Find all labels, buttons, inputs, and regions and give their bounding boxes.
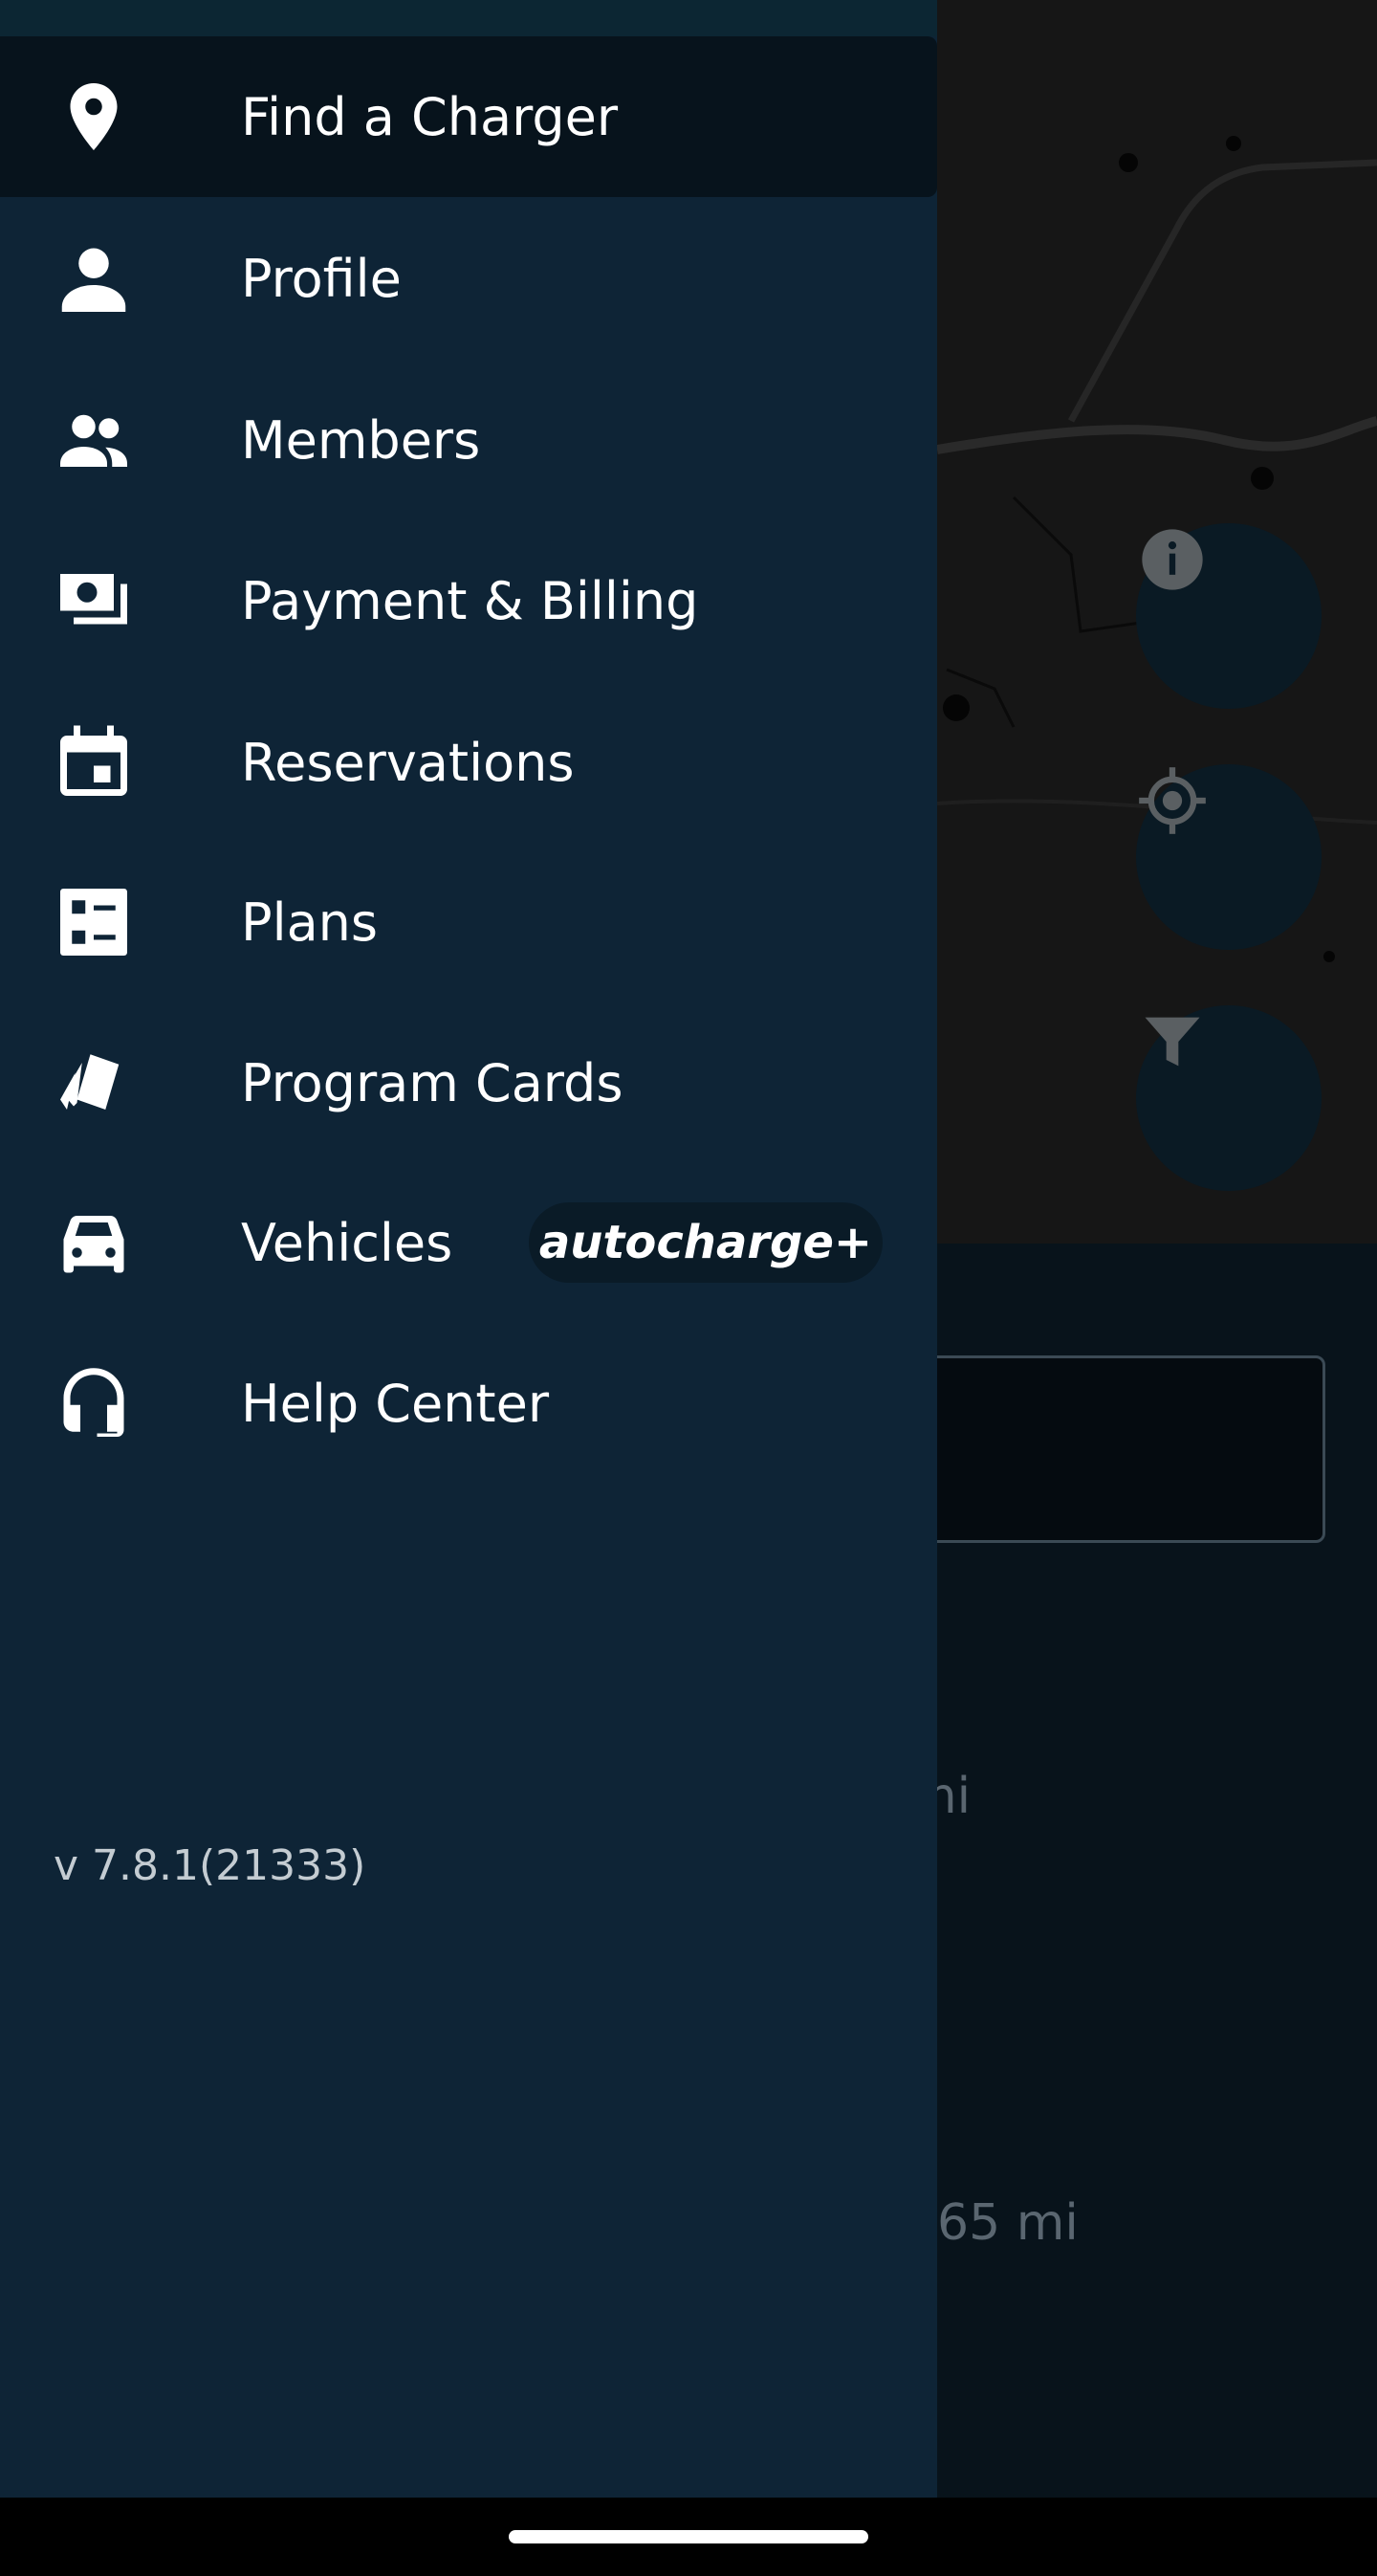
app-version: v 7.8.1(21333)	[54, 1841, 366, 1890]
menu-item-members[interactable]: Members	[0, 360, 937, 520]
autocharge-badge: autocharge+	[529, 1202, 883, 1283]
screen: mi 65 mi Find a Charger Profile Members	[0, 0, 1377, 2498]
calendar-icon	[48, 716, 140, 808]
menu-item-label: Profile	[241, 248, 402, 309]
my-location-icon	[1139, 767, 1206, 834]
cards-icon	[48, 1037, 140, 1129]
menu-item-label: Plans	[241, 892, 379, 953]
menu-item-label: Find a Charger	[241, 86, 619, 147]
my-location-button[interactable]	[1136, 764, 1322, 950]
menu-item-label: Help Center	[241, 1373, 550, 1434]
people-icon	[48, 394, 140, 486]
headset-icon	[48, 1357, 140, 1449]
menu-item-find-a-charger[interactable]: Find a Charger	[0, 36, 937, 197]
info-icon	[1142, 529, 1203, 590]
sheet-distance-text-2: 65 mi	[937, 2194, 1079, 2252]
filter-icon	[1145, 1017, 1200, 1067]
checklist-icon	[48, 876, 140, 968]
car-icon	[48, 1197, 140, 1288]
menu-item-program-cards[interactable]: Program Cards	[0, 1002, 937, 1163]
info-button[interactable]	[1136, 523, 1322, 709]
person-icon	[48, 232, 140, 324]
filter-button[interactable]	[1136, 1005, 1322, 1191]
sheet-search-field[interactable]	[918, 1355, 1325, 1543]
menu-item-help-center[interactable]: Help Center	[0, 1323, 937, 1484]
money-icon	[48, 555, 140, 647]
menu-item-label: Reservations	[241, 732, 575, 793]
drawer-top-strip	[0, 0, 937, 36]
menu-item-label: Members	[241, 409, 481, 471]
home-indicator[interactable]	[509, 2530, 868, 2543]
menu-item-vehicles[interactable]: Vehicles autocharge+	[0, 1162, 937, 1323]
navigation-drawer: Find a Charger Profile Members Payment &…	[0, 0, 937, 2498]
menu-item-label: Program Cards	[241, 1052, 623, 1113]
menu-item-profile[interactable]: Profile	[0, 198, 937, 359]
menu-item-plans[interactable]: Plans	[0, 842, 937, 1002]
menu-item-reservations[interactable]: Reservations	[0, 682, 937, 843]
location-pin-icon	[48, 71, 140, 163]
menu-item-payment-billing[interactable]: Payment & Billing	[0, 520, 937, 681]
menu-item-label: Payment & Billing	[241, 570, 699, 631]
menu-item-label: Vehicles	[241, 1212, 453, 1273]
